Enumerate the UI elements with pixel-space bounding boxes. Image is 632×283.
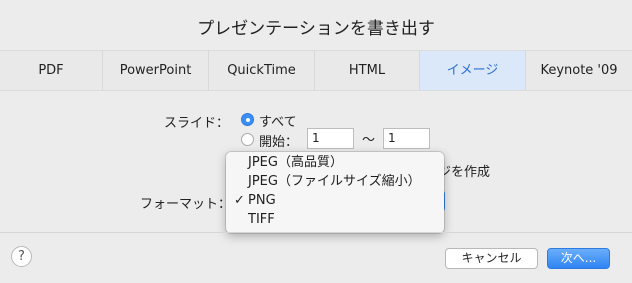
create-images-option-label[interactable]: ジを作成: [438, 161, 490, 180]
tab-quicktime[interactable]: QuickTime: [209, 51, 315, 90]
tab-html[interactable]: HTML: [315, 51, 420, 90]
menu-item-tiff[interactable]: TIFF: [226, 211, 444, 229]
range-to-field[interactable]: 1: [383, 128, 430, 149]
range-separator: 〜: [362, 133, 376, 148]
tab-pdf[interactable]: PDF: [0, 51, 103, 90]
dialog-title: プレゼンテーションを書き出す: [197, 19, 435, 39]
cancel-button[interactable]: キャンセル: [445, 248, 538, 269]
format-label: フォーマット：: [140, 197, 232, 212]
help-button[interactable]: ?: [11, 246, 32, 267]
menu-item-png[interactable]: ✓ PNG: [226, 192, 444, 210]
footer-divider: [0, 232, 632, 233]
tab-image[interactable]: イメージ: [420, 51, 526, 90]
menu-item-label: JPEG（ファイルサイズ縮小）: [248, 174, 421, 189]
radio-all-slides[interactable]: [241, 113, 254, 126]
next-button[interactable]: 次へ...: [547, 248, 610, 269]
all-slides-label[interactable]: すべて: [259, 111, 297, 130]
menu-item-label: PNG: [248, 193, 276, 208]
format-dropdown-menu: JPEG（高品質） JPEG（ファイルサイズ縮小） ✓ PNG TIFF: [226, 152, 444, 233]
checkmark-icon: ✓: [234, 193, 245, 208]
slide-range-label[interactable]: 開始：: [259, 131, 298, 150]
menu-item-jpeg-high[interactable]: JPEG（高品質）: [226, 154, 444, 172]
tab-powerpoint[interactable]: PowerPoint: [103, 51, 209, 90]
menu-item-label: JPEG（高品質）: [248, 155, 343, 170]
radio-slide-range[interactable]: [241, 133, 254, 146]
slides-label: スライド：: [164, 116, 230, 131]
menu-item-label: TIFF: [248, 212, 275, 227]
menu-item-jpeg-small[interactable]: JPEG（ファイルサイズ縮小）: [226, 173, 444, 191]
range-from-field[interactable]: 1: [307, 128, 354, 149]
tab-keynote-09[interactable]: Keynote '09: [526, 51, 632, 90]
export-format-tabs: PDF PowerPoint QuickTime HTML イメージ Keyno…: [0, 50, 632, 91]
